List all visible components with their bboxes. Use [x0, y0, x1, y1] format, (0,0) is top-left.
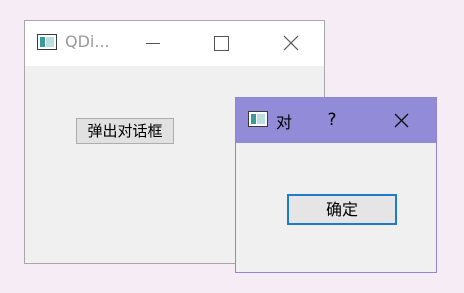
dialog-window: 对 ? 确定: [235, 97, 437, 273]
maximize-button[interactable]: [197, 21, 243, 66]
close-icon: [283, 35, 299, 51]
dialog-titlebar[interactable]: 对 ?: [236, 98, 436, 143]
maximize-icon: [214, 36, 229, 51]
close-icon: [394, 113, 409, 128]
show-dialog-button[interactable]: 弹出对话框: [76, 118, 174, 144]
dialog-title: 对: [276, 113, 293, 132]
help-button[interactable]: ?: [316, 98, 348, 143]
main-window-title: QDi...: [65, 32, 110, 51]
dialog-close-button[interactable]: [378, 98, 424, 143]
ok-button[interactable]: 确定: [287, 194, 397, 225]
main-window-titlebar[interactable]: QDi...: [25, 21, 324, 66]
close-button[interactable]: [268, 21, 314, 66]
app-window-icon: [37, 34, 57, 50]
app-window-icon: [248, 111, 268, 127]
minimize-button[interactable]: [128, 21, 174, 66]
minimize-icon: [146, 43, 160, 44]
